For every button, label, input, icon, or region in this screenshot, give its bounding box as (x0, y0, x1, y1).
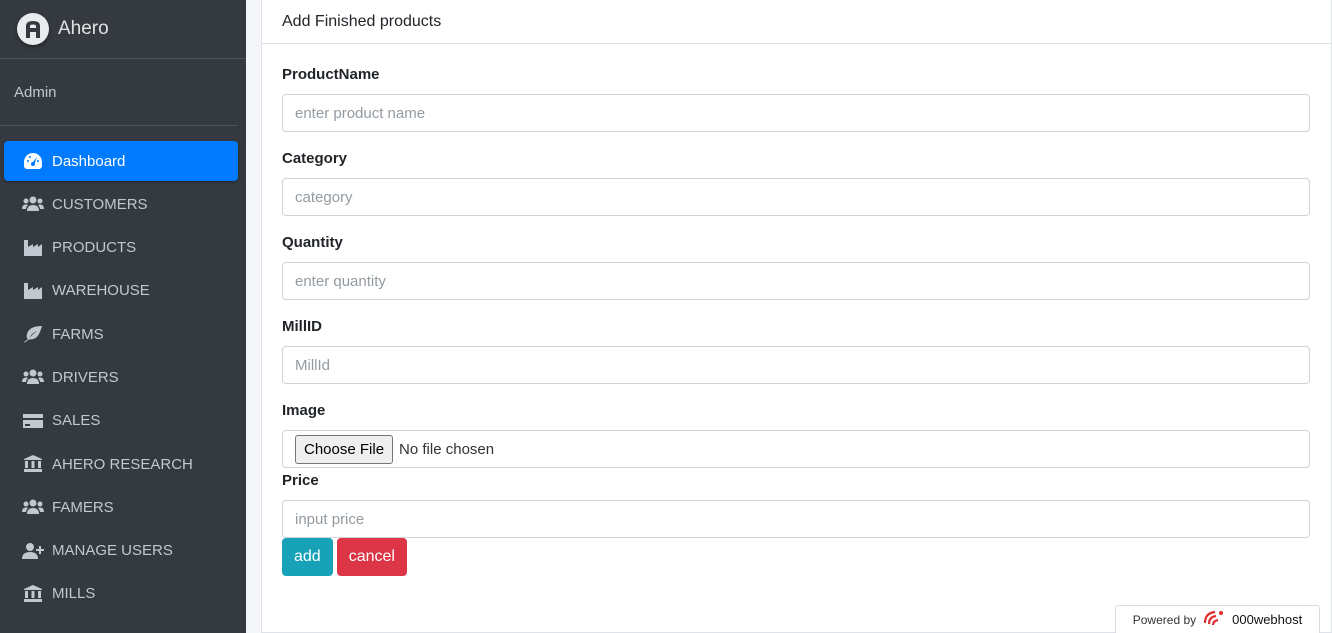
sidebar-item-label: SALES (52, 412, 101, 430)
users-icon (22, 498, 44, 516)
choose-file-button[interactable]: Choose File (295, 434, 394, 464)
card-title: Add Finished products (262, 0, 1331, 44)
credit-card-icon (22, 412, 44, 430)
sidebar-item-dashboard[interactable]: Dashboard (4, 141, 238, 181)
webhost-logo-icon (1202, 609, 1226, 630)
sidebar-item-label: FARMS (52, 325, 104, 343)
mill-id-input[interactable] (282, 346, 1310, 384)
image-label: Image (282, 402, 326, 419)
price-input[interactable] (282, 500, 1310, 538)
image-group: Image Choose File No file chosen (282, 402, 1311, 468)
category-label: Category (282, 150, 348, 167)
sidebar-item-manage-users[interactable]: MANAGE USERS (4, 531, 238, 571)
sidebar-item-label: AHERO RESEARCH (52, 455, 193, 473)
powered-by-text: Powered by (1132, 612, 1197, 627)
product-name-input[interactable] (282, 94, 1310, 132)
factory-icon (22, 282, 44, 300)
price-group: Price (282, 472, 1311, 538)
quantity-label: Quantity (282, 234, 343, 251)
dashboard-icon (22, 152, 44, 170)
brand-name: Ahero (58, 18, 109, 39)
image-file-input[interactable]: Choose File No file chosen (282, 430, 1310, 468)
add-product-form: ProductName Category Quantity MillID Ima… (262, 44, 1331, 576)
sidebar-item-ahero-research[interactable]: AHERO RESEARCH (4, 444, 238, 484)
quantity-group: Quantity (282, 234, 1311, 300)
sidebar-item-label: MANAGE USERS (52, 542, 173, 560)
bank-icon (22, 455, 44, 473)
sidebar-item-label: DRIVERS (52, 368, 119, 386)
sidebar-item-label: CUSTOMERS (52, 195, 148, 213)
mill-id-group: MillID (282, 318, 1311, 384)
powered-by-badge[interactable]: Powered by 000webhost (1115, 605, 1320, 633)
brand-link[interactable]: Ahero (0, 0, 246, 59)
sidebar-item-label: PRODUCTS (52, 239, 137, 257)
sidebar-item-warehouse[interactable]: WAREHOUSE (4, 271, 238, 311)
sidebar-item-label: MILLS (52, 585, 96, 603)
sidebar-item-farms[interactable]: FARMS (4, 314, 238, 354)
sidebar-item-famers[interactable]: FAMERS (4, 487, 238, 527)
sidebar-item-products[interactable]: PRODUCTS (4, 228, 238, 268)
sidebar-item-sales[interactable]: SALES (4, 401, 238, 441)
powered-by-host: 000webhost (1232, 612, 1303, 627)
sidebar-item-mills[interactable]: MILLS (4, 574, 238, 614)
add-button[interactable]: add (282, 538, 333, 576)
leaf-icon (22, 325, 44, 343)
sidebar-item-label: FAMERS (52, 498, 114, 516)
product-name-group: ProductName (282, 66, 1311, 132)
cancel-button[interactable]: cancel (336, 538, 407, 576)
category-input[interactable] (282, 178, 1310, 216)
sidebar-item-customers[interactable]: CUSTOMERS (4, 184, 238, 224)
category-group: Category (282, 150, 1311, 216)
product-name-label: ProductName (282, 66, 380, 83)
sidebar-nav: Dashboard CUSTOMERS PRODUCTS WAREHOUSE F… (0, 126, 246, 614)
brand-logo-icon (17, 13, 49, 45)
user-name[interactable]: Admin (14, 84, 57, 101)
sidebar: Ahero Admin Dashboard CUSTOMERS PRODUCTS (0, 0, 246, 633)
users-icon (22, 368, 44, 386)
file-status-text: No file chosen (399, 440, 495, 458)
user-panel: Admin (0, 59, 238, 126)
bank-icon (22, 584, 44, 603)
add-product-card: Add Finished products ProductName Catego… (261, 0, 1332, 633)
quantity-input[interactable] (282, 262, 1310, 300)
mill-id-label: MillID (282, 318, 322, 335)
price-label: Price (282, 472, 319, 489)
factory-icon (22, 239, 44, 257)
users-icon (22, 195, 44, 213)
sidebar-item-drivers[interactable]: DRIVERS (4, 357, 238, 397)
sidebar-item-label: Dashboard (52, 152, 126, 170)
form-actions: add cancel (282, 538, 1311, 576)
sidebar-item-label: WAREHOUSE (52, 282, 150, 300)
user-plus-icon (22, 542, 44, 560)
